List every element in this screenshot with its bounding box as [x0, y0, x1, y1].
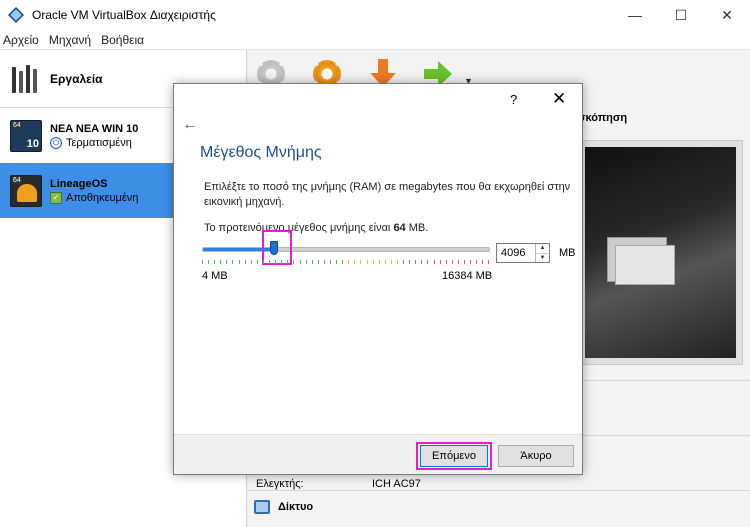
dialog-description: Επιλέξτε το ποσό της μνήμης (RAM) σε meg…	[204, 181, 571, 208]
slider-tick	[482, 260, 484, 264]
slider-tick	[269, 260, 271, 264]
slider-tick	[287, 260, 289, 264]
virtualbox-logo-icon	[8, 7, 24, 23]
power-off-icon: ⏻	[50, 136, 62, 149]
slider-tick	[323, 260, 325, 264]
slider-tick	[421, 260, 423, 264]
slider-tick	[378, 260, 380, 264]
slider-tick	[354, 260, 356, 264]
slider-tick	[299, 260, 301, 264]
audio-controller-row: Ελεγκτής: ICH AC97	[256, 478, 421, 490]
slider-tick	[293, 260, 295, 264]
linux-vm-icon: 64	[10, 174, 42, 207]
menu-bar: Αρχείο Μηχανή Βοήθεια	[0, 30, 750, 50]
recommended-memory-text: Το προτεινόμενο μέγεθος μνήμης είναι 64 …	[204, 222, 429, 234]
slider-tick	[208, 260, 210, 264]
window-titlebar: Oracle VM VirtualBox Διαχειριστής — ☐ ✕	[0, 0, 750, 30]
dialog-close-button[interactable]: ✕	[552, 89, 566, 109]
memory-size-dialog: ? ✕ ← Μέγεθος Μνήμης Επιλέξτε το ποσό τη…	[173, 83, 583, 475]
spin-down-icon[interactable]: ▼	[536, 254, 549, 263]
vm-state: Τερματισμένη	[66, 136, 132, 149]
dialog-titlebar: ? ✕	[174, 84, 582, 116]
slider-tick	[470, 260, 472, 264]
saved-state-icon: ✓	[50, 191, 62, 204]
vm-name: NEA NEA WIN 10	[50, 122, 139, 135]
audio-controller-label: Ελεγκτής:	[256, 478, 304, 490]
close-window-button[interactable]: ✕	[704, 0, 750, 30]
slider-tick	[403, 260, 405, 264]
slider-tick	[415, 260, 417, 264]
memory-slider-track[interactable]	[202, 247, 490, 252]
next-highlight-box	[416, 442, 492, 470]
slider-tick	[226, 260, 228, 264]
slider-max-label: 16384 MB	[442, 270, 493, 282]
slider-tick	[329, 260, 331, 264]
minimize-button[interactable]: —	[612, 0, 658, 30]
slider-tick	[384, 260, 386, 264]
slider-tick	[457, 260, 459, 264]
slider-tick	[232, 260, 234, 264]
preview-screenshot	[585, 147, 736, 358]
preview-title: σκόπηση	[578, 112, 628, 124]
menu-machine[interactable]: Μηχανή	[46, 33, 98, 47]
slider-tick	[317, 260, 319, 264]
network-icon	[254, 500, 270, 514]
dialog-heading: Μέγεθος Μνήμης	[200, 144, 322, 161]
menu-file[interactable]: Αρχείο	[0, 33, 46, 47]
slider-tick	[390, 260, 392, 264]
vm-state: Αποθηκευμένη	[66, 191, 139, 204]
slider-tick	[214, 260, 216, 264]
memory-unit: MB	[559, 247, 576, 259]
slider-min-label: 4 MB	[202, 270, 228, 282]
slider-tick	[451, 260, 453, 264]
network-label: Δίκτυο	[278, 501, 314, 513]
slider-tick	[202, 260, 203, 264]
slider-tick	[305, 260, 307, 264]
vm-name: LineageOS	[50, 177, 108, 190]
slider-tick	[256, 260, 258, 264]
slider-tick	[336, 260, 338, 264]
slider-tick	[281, 260, 283, 264]
tools-icon	[10, 63, 42, 95]
window-title: Oracle VM VirtualBox Διαχειριστής	[32, 8, 216, 22]
slider-tick	[275, 260, 277, 264]
recommended-memory-value: 64	[393, 222, 406, 234]
memory-value: 4096	[501, 247, 526, 259]
slider-tick	[439, 260, 441, 264]
slider-tick	[220, 260, 222, 264]
slider-tick	[366, 260, 368, 264]
back-arrow-icon[interactable]: ←	[182, 116, 198, 134]
slider-tick	[488, 260, 490, 264]
slider-tick	[348, 260, 350, 264]
tools-label: Εργαλεία	[50, 71, 103, 86]
slider-tick	[409, 260, 411, 264]
memory-spinbox[interactable]: 4096 ▲ ▼	[496, 243, 550, 263]
menu-help[interactable]: Βοήθεια	[98, 33, 151, 47]
audio-controller-value: ICH AC97	[372, 478, 421, 490]
slider-tick	[464, 260, 466, 264]
slider-tick	[476, 260, 478, 264]
dialog-body: ← Μέγεθος Μνήμης Επιλέξτε το ποσό της μν…	[174, 116, 582, 434]
windows-vm-icon: 64 10	[10, 119, 42, 152]
slider-tick	[244, 260, 246, 264]
slider-tick	[397, 260, 398, 264]
slider-tick	[433, 260, 435, 264]
slider-tick	[238, 260, 240, 264]
slider-tick	[372, 260, 374, 264]
slider-tick	[262, 260, 264, 264]
preview-frame	[578, 140, 743, 365]
help-button[interactable]: ?	[510, 92, 517, 107]
cancel-button[interactable]: Άκυρο	[498, 445, 574, 467]
network-section-header[interactable]: Δίκτυο	[254, 500, 313, 514]
slider-tick	[360, 260, 362, 264]
slider-tick	[445, 260, 447, 264]
spin-up-icon[interactable]: ▲	[536, 244, 549, 254]
slider-tick	[311, 260, 313, 264]
slider-tick	[427, 260, 429, 264]
memory-slider-ticks	[202, 260, 490, 266]
maximize-button[interactable]: ☐	[658, 0, 704, 30]
dialog-footer: Επόμενο Άκυρο	[174, 434, 582, 474]
slider-tick	[250, 260, 252, 264]
slider-tick	[342, 260, 344, 264]
